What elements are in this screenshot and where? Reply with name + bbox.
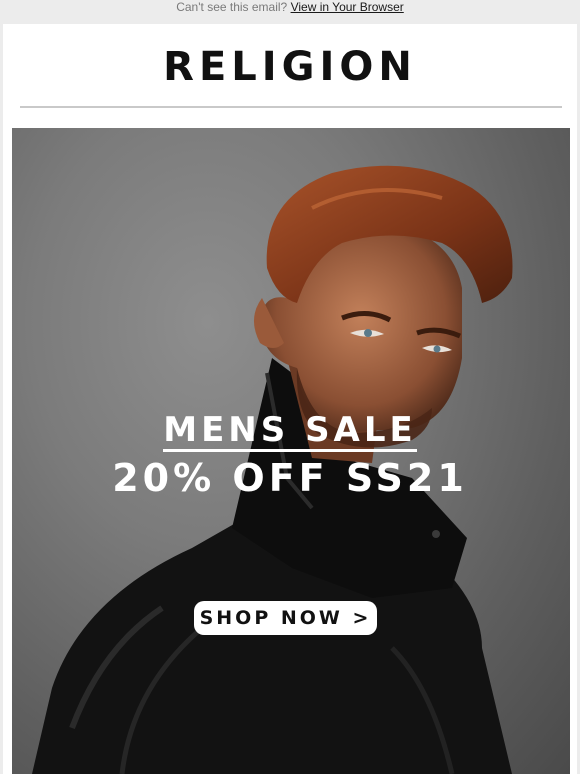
preheader: Can't see this email? View in Your Brows…	[0, 0, 580, 24]
brand-logo[interactable]: RELIGION	[0, 46, 580, 88]
preheader-text: Can't see this email?	[176, 0, 288, 14]
view-in-browser-link[interactable]: View in Your Browser	[291, 0, 404, 14]
shop-now-button[interactable]: SHOP NOW >	[194, 601, 377, 635]
sale-headline: MENS SALE	[0, 412, 580, 452]
sale-subline: 20% OFF SS21	[112, 456, 468, 500]
header-divider	[20, 106, 562, 108]
sale-headline-text: MENS SALE	[163, 410, 417, 452]
